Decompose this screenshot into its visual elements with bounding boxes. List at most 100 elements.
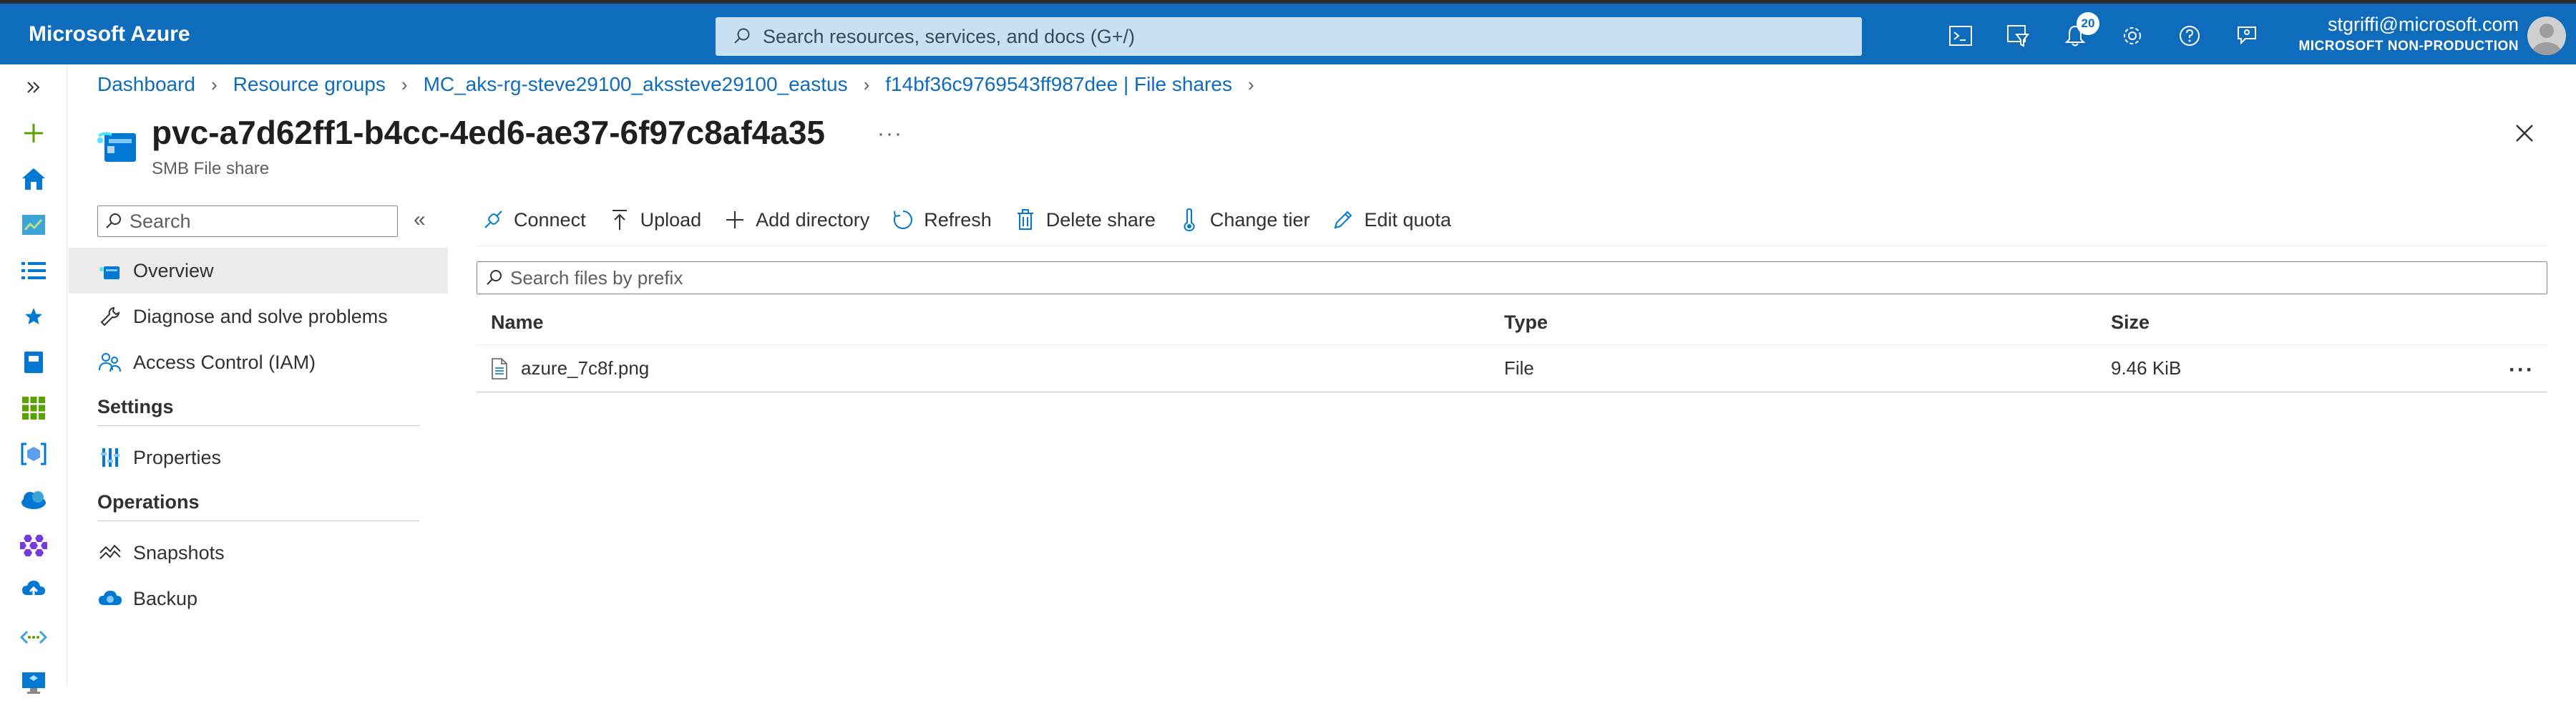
breadcrumb-resource-group[interactable]: MC_aks-rg-steve29100_akssteve29100_eastu…	[424, 73, 848, 96]
close-icon[interactable]	[2510, 119, 2539, 148]
resource-groups-icon[interactable]	[0, 431, 67, 477]
file-name[interactable]: azure_7c8f.png	[521, 357, 649, 379]
virtual-networks-icon[interactable]	[0, 614, 67, 660]
breadcrumb-resource-groups[interactable]: Resource groups	[233, 73, 386, 96]
table-header: Name Type Size	[477, 301, 2547, 345]
upload-label: Upload	[640, 208, 702, 231]
notifications-icon[interactable]: 20	[2046, 4, 2104, 68]
refresh-icon	[891, 208, 915, 232]
menu-item-label: Backup	[133, 587, 198, 609]
feedback-icon[interactable]	[2218, 4, 2275, 68]
refresh-button[interactable]: Refresh	[891, 208, 992, 232]
cloud-shell-icon[interactable]	[1932, 4, 1989, 68]
menu-search-input[interactable]: Search	[97, 205, 398, 237]
create-resource-icon[interactable]	[0, 110, 67, 156]
command-bar: Connect Upload Add directory Refresh Del…	[481, 202, 1473, 238]
more-options-button[interactable]: ···	[877, 122, 903, 146]
files-table: Name Type Size azure_7c8f.png File 9.46 …	[477, 301, 2547, 392]
table-row[interactable]: azure_7c8f.png File 9.46 KiB ···	[477, 345, 2547, 392]
properties-icon	[97, 445, 123, 470]
breadcrumb-dashboard[interactable]: Dashboard	[97, 73, 195, 96]
dashboard-icon[interactable]	[0, 202, 67, 248]
file-type-cell: File	[1504, 357, 1534, 379]
edit-quota-label: Edit quota	[1364, 208, 1452, 231]
delete-share-label: Delete share	[1045, 208, 1156, 231]
chevron-right-icon: ›	[401, 73, 408, 95]
thermometer-icon	[1177, 208, 1201, 232]
global-search-placeholder: Search resources, services, and docs (G+…	[763, 25, 1135, 47]
chevron-right-icon: ›	[863, 73, 870, 95]
expand-menu-icon[interactable]	[0, 64, 67, 110]
virtual-machines-icon[interactable]	[0, 660, 67, 706]
column-header-size[interactable]: Size	[2111, 311, 2512, 334]
file-search-placeholder: Search files by prefix	[510, 266, 683, 289]
global-search-input[interactable]: Search resources, services, and docs (G+…	[716, 17, 1862, 56]
menu-item-access-control[interactable]: Access Control (IAM)	[69, 339, 448, 385]
account-tenant: MICROSOFT NON-PRODUCTION	[2298, 39, 2519, 54]
menu-search-placeholder: Search	[130, 210, 191, 232]
edit-quota-button[interactable]: Edit quota	[1331, 208, 1451, 232]
help-icon[interactable]	[2161, 4, 2218, 68]
menu-section-settings: Settings	[97, 396, 174, 417]
add-directory-button[interactable]: Add directory	[723, 208, 869, 232]
upload-icon	[608, 208, 632, 232]
account-user: stgriffi@microsoft.com	[2328, 14, 2519, 35]
all-services-icon[interactable]	[0, 248, 67, 294]
file-share-icon	[97, 120, 140, 165]
delete-share-button[interactable]: Delete share	[1013, 208, 1156, 232]
avatar[interactable]	[2527, 16, 2566, 55]
file-name-cell[interactable]: azure_7c8f.png	[477, 357, 1504, 381]
column-header-name[interactable]: Name	[477, 311, 1504, 334]
search-icon	[730, 24, 754, 49]
menu-item-properties[interactable]: Properties	[69, 435, 448, 480]
settings-icon[interactable]	[2104, 4, 2161, 68]
portal-left-rail	[0, 64, 67, 694]
account-menu[interactable]: stgriffi@microsoft.com MICROSOFT NON-PRO…	[2298, 14, 2519, 54]
brand-logo-text[interactable]: Microsoft Azure	[29, 22, 716, 47]
cloud-upload-icon[interactable]	[0, 569, 67, 614]
app-services-icon[interactable]	[0, 477, 67, 523]
menu-item-diagnose[interactable]: Diagnose and solve problems	[69, 294, 448, 339]
file-icon	[491, 357, 511, 381]
breadcrumb-file-shares[interactable]: f14bf36c9769543ff987dee | File shares	[885, 73, 1232, 96]
menu-section-operations: Operations	[97, 491, 200, 513]
file-size-cell: 9.46 KiB	[2111, 357, 2182, 379]
resource-menu: Overview Diagnose and solve problems Acc…	[69, 248, 448, 622]
snapshots-icon	[97, 540, 123, 566]
favorites-star-icon[interactable]	[0, 294, 67, 339]
directory-filter-icon[interactable]	[1989, 4, 2046, 68]
file-share-icon	[97, 258, 123, 284]
page-subtitle: SMB File share	[152, 159, 270, 178]
menu-item-overview[interactable]: Overview	[69, 248, 448, 294]
trash-icon	[1013, 208, 1038, 232]
connect-label: Connect	[514, 208, 586, 231]
connect-icon	[481, 208, 505, 232]
quickstart-icon[interactable]	[0, 339, 67, 385]
search-icon	[105, 213, 122, 230]
row-more-options-button[interactable]: ···	[2509, 358, 2534, 382]
add-directory-label: Add directory	[756, 208, 870, 231]
menu-item-snapshots[interactable]: Snapshots	[69, 530, 448, 576]
column-header-type[interactable]: Type	[1504, 311, 2111, 334]
wrench-icon	[97, 304, 123, 329]
notifications-badge: 20	[2077, 12, 2099, 35]
home-icon[interactable]	[0, 156, 67, 202]
menu-item-label: Diagnose and solve problems	[133, 305, 388, 327]
menu-divider	[97, 425, 419, 426]
chevron-right-icon: ›	[210, 73, 218, 95]
upload-button[interactable]: Upload	[608, 208, 702, 232]
search-icon	[486, 269, 503, 286]
change-tier-label: Change tier	[1209, 208, 1310, 231]
connect-button[interactable]: Connect	[481, 208, 586, 232]
top-bar: Microsoft Azure Search resources, servic…	[0, 0, 2576, 64]
menu-item-label: Access Control (IAM)	[133, 351, 316, 373]
collapse-menu-button[interactable]: «	[414, 208, 426, 232]
chevron-right-icon: ›	[1247, 73, 1254, 95]
change-tier-button[interactable]: Change tier	[1177, 208, 1310, 232]
all-resources-icon[interactable]	[0, 385, 67, 431]
plus-icon	[723, 208, 747, 232]
breadcrumb: Dashboard › Resource groups › MC_aks-rg-…	[97, 73, 1270, 96]
file-prefix-search-input[interactable]: Search files by prefix	[477, 261, 2547, 294]
menu-item-backup[interactable]: Backup	[69, 576, 448, 622]
kubernetes-services-icon[interactable]	[0, 523, 67, 569]
